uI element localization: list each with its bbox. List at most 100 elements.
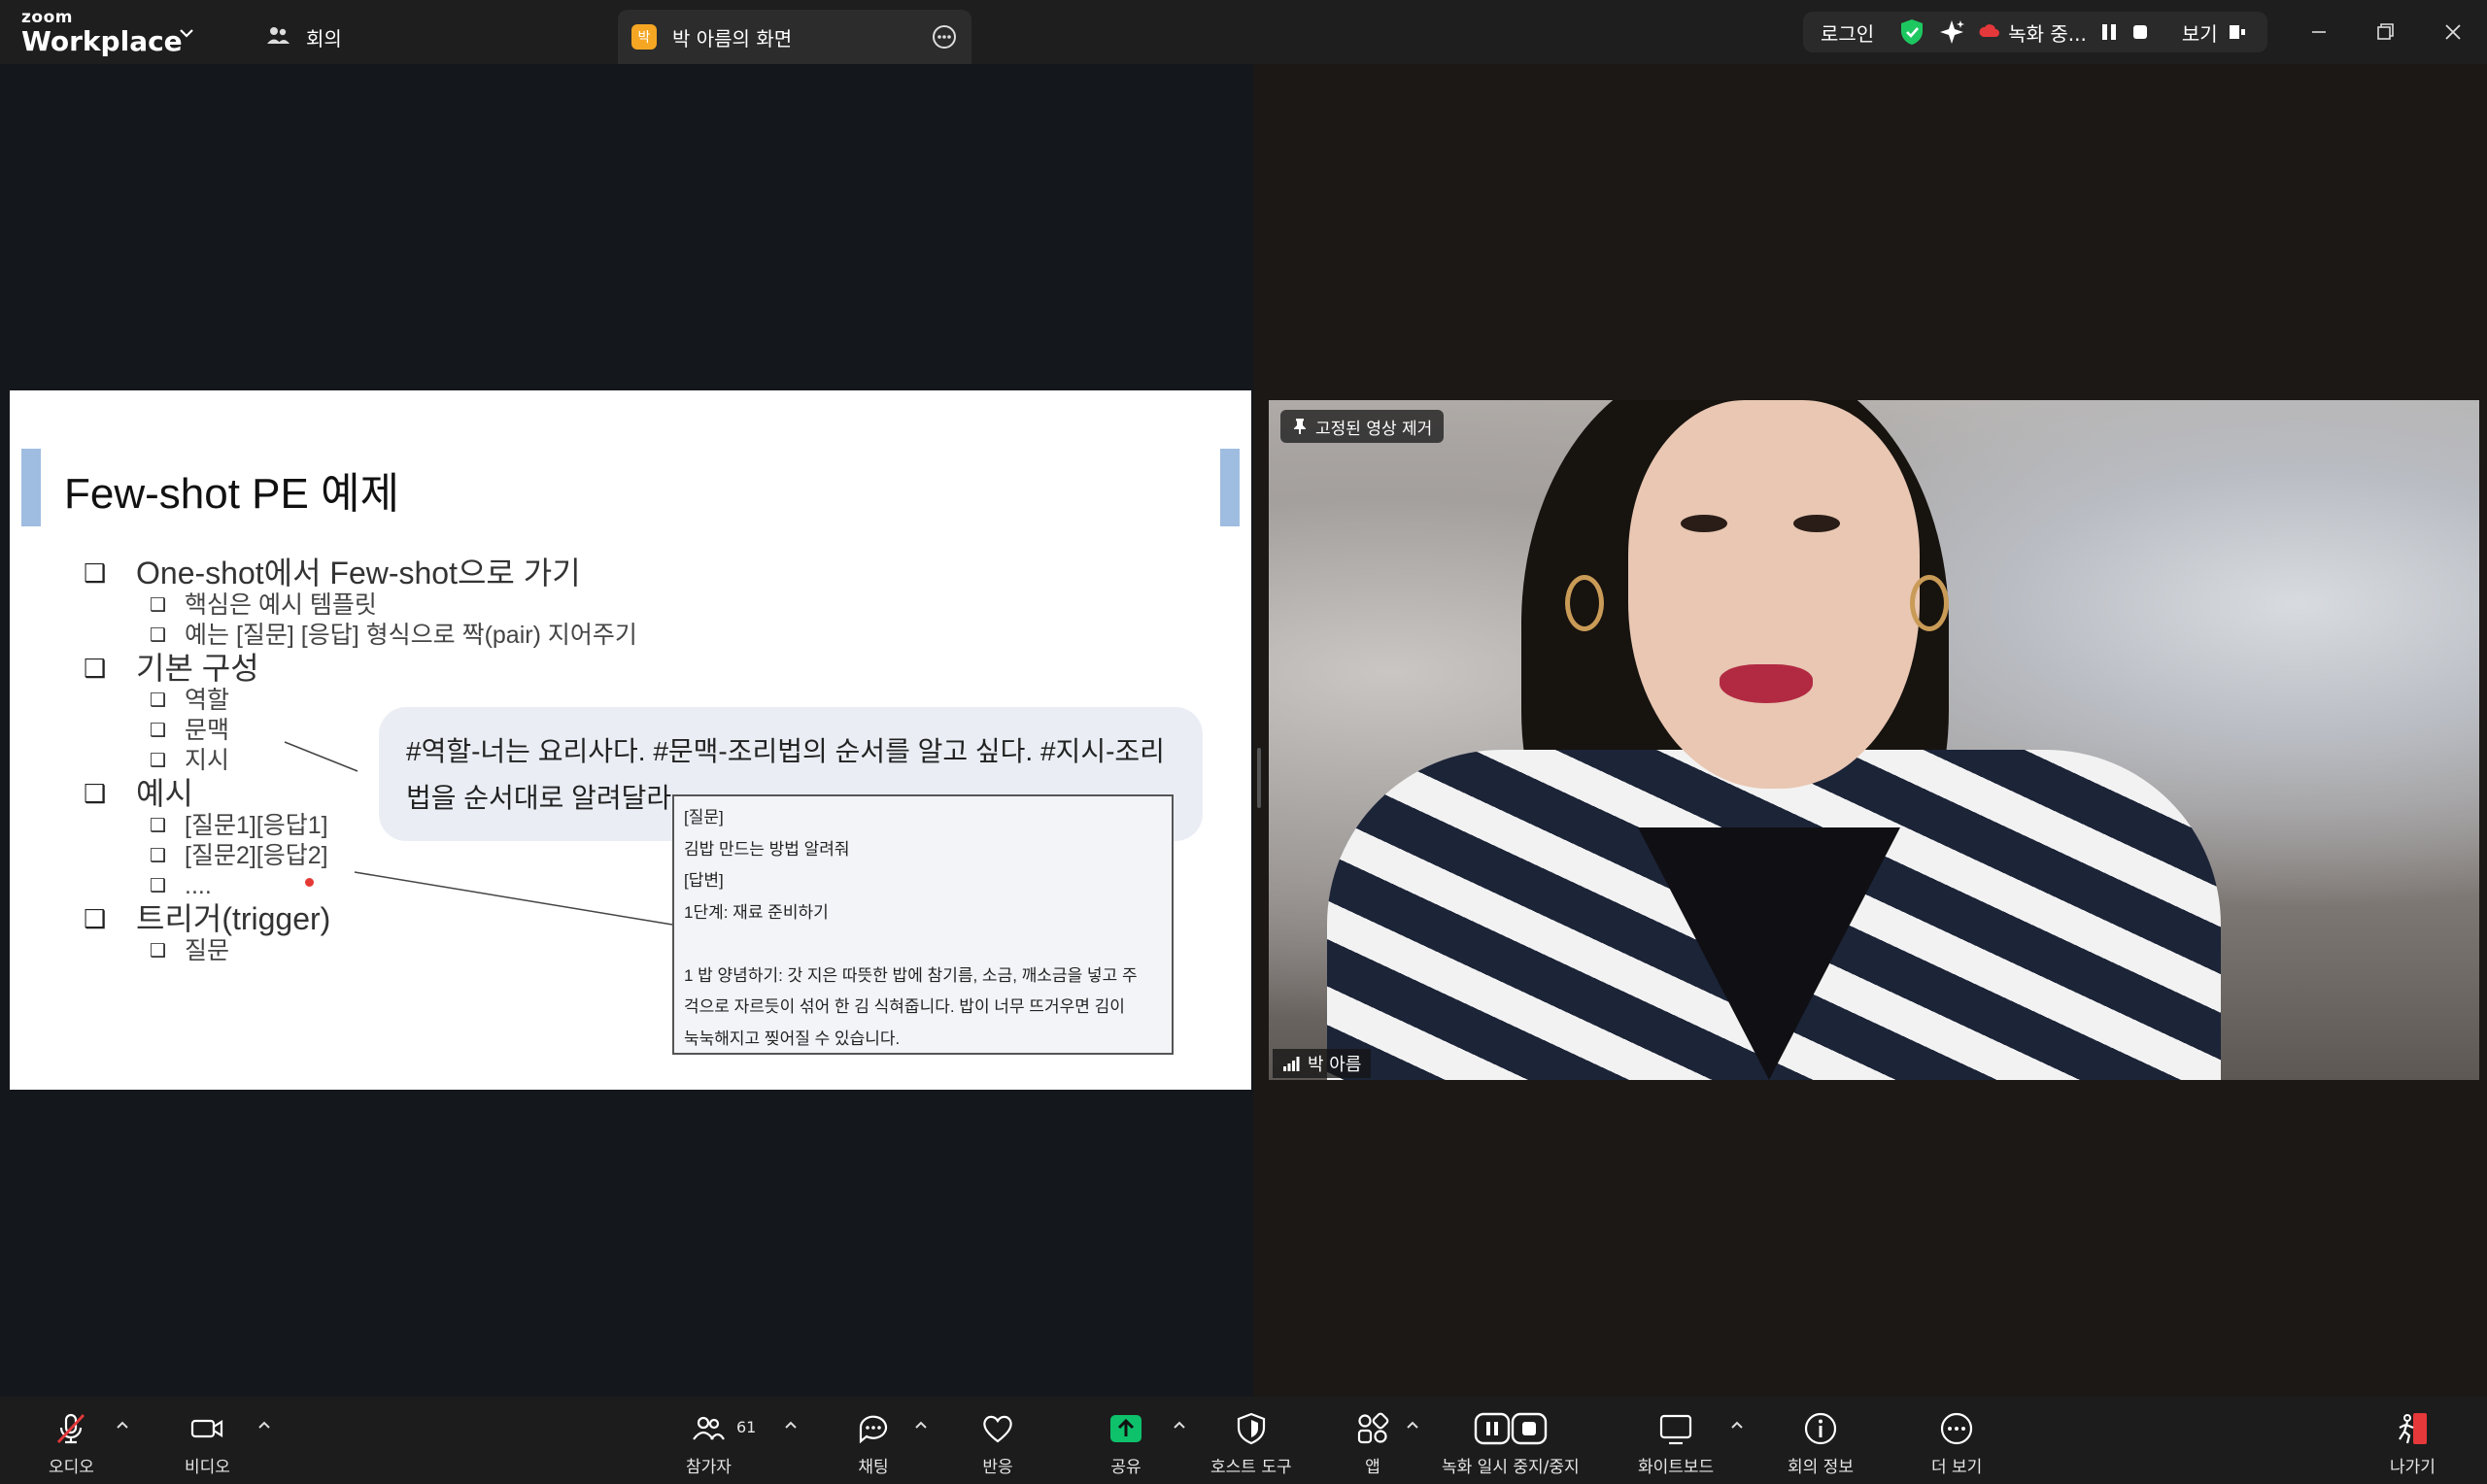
- host-tools-label: 호스트 도구: [1210, 1458, 1292, 1477]
- meeting-toolbar: 오디오 비디오 참가자 61 채팅 반응 공유 호스트 도구 앱 녹화 일시 중…: [0, 1397, 2487, 1484]
- bullet-level1: 트리거(trigger): [84, 901, 637, 936]
- chat-button[interactable]: 채팅: [855, 1410, 892, 1477]
- more-icon[interactable]: [931, 23, 958, 51]
- callout-line: 눅눅해지고 찢어질 수 있습니다.: [684, 1029, 901, 1048]
- share-options-chevron[interactable]: [1172, 1418, 1187, 1433]
- callout-line: 걱으로 자르듯이 섞어 한 김 식혀줍니다. 밥이 너무 뜨거우면 김이: [684, 997, 1125, 1016]
- chat-icon: [859, 1415, 888, 1444]
- more-label: 더 보기: [1931, 1458, 1983, 1477]
- meeting-info-button[interactable]: 회의 정보: [1788, 1410, 1854, 1477]
- video-person-earring: [1565, 575, 1604, 631]
- video-person-eye: [1793, 515, 1840, 532]
- info-icon: [1804, 1412, 1837, 1445]
- tab-share-label: 박 아름의 화면: [672, 26, 793, 51]
- status-pill: 로그인 녹화 중... 보기: [1803, 12, 2267, 52]
- whiteboard-options-chevron[interactable]: [1729, 1418, 1745, 1433]
- share-up-icon: [1110, 1415, 1141, 1442]
- more-button[interactable]: 더 보기: [1931, 1410, 1982, 1477]
- ellipsis-icon: [1941, 1412, 1973, 1445]
- tab-meeting[interactable]: 회의: [248, 10, 358, 64]
- bullet-level1: One-shot에서 Few-shot으로 가기: [84, 556, 637, 590]
- recording-controls-label: 녹화 일시 중지/중지: [1442, 1458, 1580, 1477]
- recording-controls-button[interactable]: 녹화 일시 중지/중지: [1442, 1410, 1580, 1477]
- callout-line: [질문]: [684, 808, 724, 826]
- camera-icon: [191, 1419, 223, 1438]
- example-callout-box: [질문] 김밥 만드는 방법 알려줘 [답변] 1단계: 재료 준비하기 1 밥…: [672, 794, 1174, 1055]
- share-button[interactable]: 공유: [1107, 1410, 1144, 1477]
- participants-label: 참가자: [686, 1458, 732, 1477]
- people-icon: [267, 27, 290, 44]
- video-person-mouth: [1720, 664, 1813, 703]
- video-button[interactable]: 비디오: [185, 1410, 230, 1477]
- reactions-label: 반응: [982, 1458, 1013, 1477]
- share-avatar: 박: [631, 24, 657, 50]
- callout-line: [답변]: [684, 871, 724, 890]
- callout-line: 1단계: 재료 준비하기: [684, 902, 829, 922]
- slide-title: Few-shot PE 예제: [64, 470, 400, 518]
- callout-line: 1 밥 양념하기: 갓 지은 따뜻한 밥에 참기름, 소금, 깨소금을 넣고 주: [684, 965, 1138, 985]
- unpin-label: 고정된 영상 제거: [1315, 419, 1433, 439]
- participants-count: 61: [736, 1418, 757, 1436]
- reactions-button[interactable]: 반응: [979, 1410, 1016, 1477]
- bullet-level2: 핵심은 예시 템플릿: [84, 590, 637, 621]
- apps-button[interactable]: 앱: [1354, 1410, 1391, 1477]
- bullet-level1: 기본 구성: [84, 651, 637, 686]
- login-button[interactable]: 로그인: [1821, 18, 1874, 47]
- apps-icon: [1357, 1412, 1389, 1444]
- pointer-dot: [305, 878, 314, 887]
- record-controls-icon: [1474, 1412, 1548, 1445]
- leave-icon: [2399, 1413, 2428, 1444]
- bullet-level2: 질문: [84, 936, 637, 966]
- leave-label: 나가기: [2390, 1458, 2436, 1477]
- whiteboard-label: 화이트보드: [1638, 1458, 1715, 1477]
- tab-shared-screen[interactable]: 박 박 아름의 화면: [618, 10, 971, 64]
- stop-icon[interactable]: [2131, 23, 2149, 41]
- zoom-workplace-logo[interactable]: zoom Workplace: [21, 10, 183, 55]
- sparkle-icon[interactable]: [1938, 18, 1965, 46]
- logo-workplace-text: Workplace: [21, 25, 183, 57]
- participant-name-tag: 박 아름: [1273, 1049, 1372, 1078]
- apps-options-chevron[interactable]: [1405, 1418, 1420, 1433]
- shield-check-icon[interactable]: [1899, 18, 1925, 46]
- participants-icon: [693, 1416, 726, 1440]
- title-bar: zoom Workplace 회의 박 박 아름의 화면 로그인 녹화 중...…: [0, 0, 2487, 64]
- audio-button[interactable]: 오디오: [49, 1410, 94, 1477]
- video-options-chevron[interactable]: [256, 1418, 272, 1433]
- mic-muted-icon: [57, 1413, 85, 1444]
- close-icon[interactable]: [2436, 16, 2470, 49]
- unpin-video-button[interactable]: 고정된 영상 제거: [1280, 410, 1445, 443]
- chat-options-chevron[interactable]: [913, 1418, 929, 1433]
- participants-button[interactable]: 참가자: [686, 1410, 732, 1477]
- view-label: 보기: [2181, 21, 2218, 46]
- split-resize-handle[interactable]: [1257, 748, 1261, 808]
- tab-meeting-label: 회의: [306, 26, 342, 51]
- leave-button[interactable]: 나가기: [2390, 1410, 2436, 1477]
- participants-options-chevron[interactable]: [783, 1418, 799, 1433]
- recording-indicator[interactable]: 녹화 중...: [1979, 18, 2087, 47]
- chat-label: 채팅: [858, 1458, 889, 1477]
- host-tools-button[interactable]: 호스트 도구: [1210, 1410, 1292, 1477]
- host-shield-icon: [1237, 1412, 1265, 1445]
- whiteboard-button[interactable]: 화이트보드: [1638, 1410, 1714, 1477]
- logo-zoom-text: zoom: [21, 8, 73, 27]
- slide-accent-bar-right: [1220, 449, 1240, 526]
- callout-line: 김밥 만드는 방법 알려줘: [684, 839, 850, 859]
- participant-video[interactable]: 고정된 영상 제거 박 아름: [1269, 400, 2479, 1080]
- participant-name: 박 아름: [1308, 1055, 1362, 1075]
- pin-icon: [1294, 419, 1306, 434]
- video-person-face: [1628, 400, 1920, 789]
- pause-icon[interactable]: [2100, 23, 2118, 41]
- view-button[interactable]: 보기: [2182, 18, 2247, 47]
- video-person-earring: [1910, 575, 1949, 631]
- recording-label: 녹화 중...: [2008, 21, 2087, 46]
- bullet-level2: [질문2][응답2]: [84, 841, 637, 871]
- shared-slide: Few-shot PE 예제 One-shot에서 Few-shot으로 가기 …: [10, 390, 1251, 1090]
- audio-label: 오디오: [49, 1458, 94, 1477]
- audio-options-chevron[interactable]: [115, 1418, 130, 1433]
- maximize-icon[interactable]: [2368, 16, 2402, 49]
- whiteboard-icon: [1659, 1414, 1692, 1445]
- video-label: 비디오: [185, 1458, 230, 1477]
- meeting-info-label: 회의 정보: [1788, 1458, 1854, 1477]
- chevron-down-icon[interactable]: [177, 23, 196, 43]
- minimize-icon[interactable]: [2302, 16, 2335, 49]
